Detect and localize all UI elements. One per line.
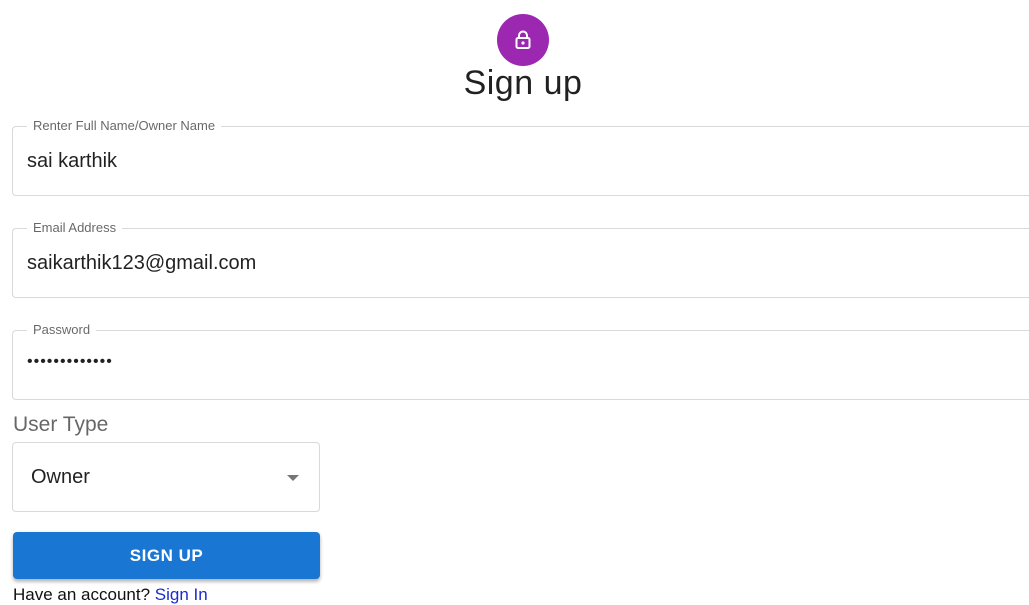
email-label: Email Address: [27, 220, 123, 235]
user-type-label: User Type: [13, 413, 109, 436]
avatar: [497, 14, 549, 66]
email-field[interactable]: Email Address saikarthik123@gmail.com: [12, 220, 1029, 298]
lock-icon: [515, 30, 531, 49]
password-label: Password: [27, 322, 97, 337]
chevron-down-icon[interactable]: [287, 475, 299, 481]
user-type-select[interactable]: Owner: [12, 442, 320, 512]
full-name-field[interactable]: Renter Full Name/Owner Name sai karthik: [12, 118, 1029, 196]
have-account-text: Have an account?: [13, 585, 155, 604]
sign-in-prompt: Have an account? Sign In: [13, 585, 208, 605]
signup-page: Sign up Renter Full Name/Owner Name sai …: [0, 0, 1029, 605]
password-value[interactable]: •••••••••••••: [27, 353, 113, 371]
full-name-value[interactable]: sai karthik: [27, 150, 117, 173]
email-value[interactable]: saikarthik123@gmail.com: [27, 252, 256, 275]
password-field[interactable]: Password •••••••••••••: [12, 322, 1029, 400]
page-title: Sign up: [463, 64, 583, 102]
sign-up-button[interactable]: SIGN UP: [13, 532, 320, 579]
sign-in-link[interactable]: Sign In: [155, 585, 208, 604]
full-name-label: Renter Full Name/Owner Name: [27, 118, 222, 133]
user-type-selected-value: Owner: [31, 466, 90, 488]
